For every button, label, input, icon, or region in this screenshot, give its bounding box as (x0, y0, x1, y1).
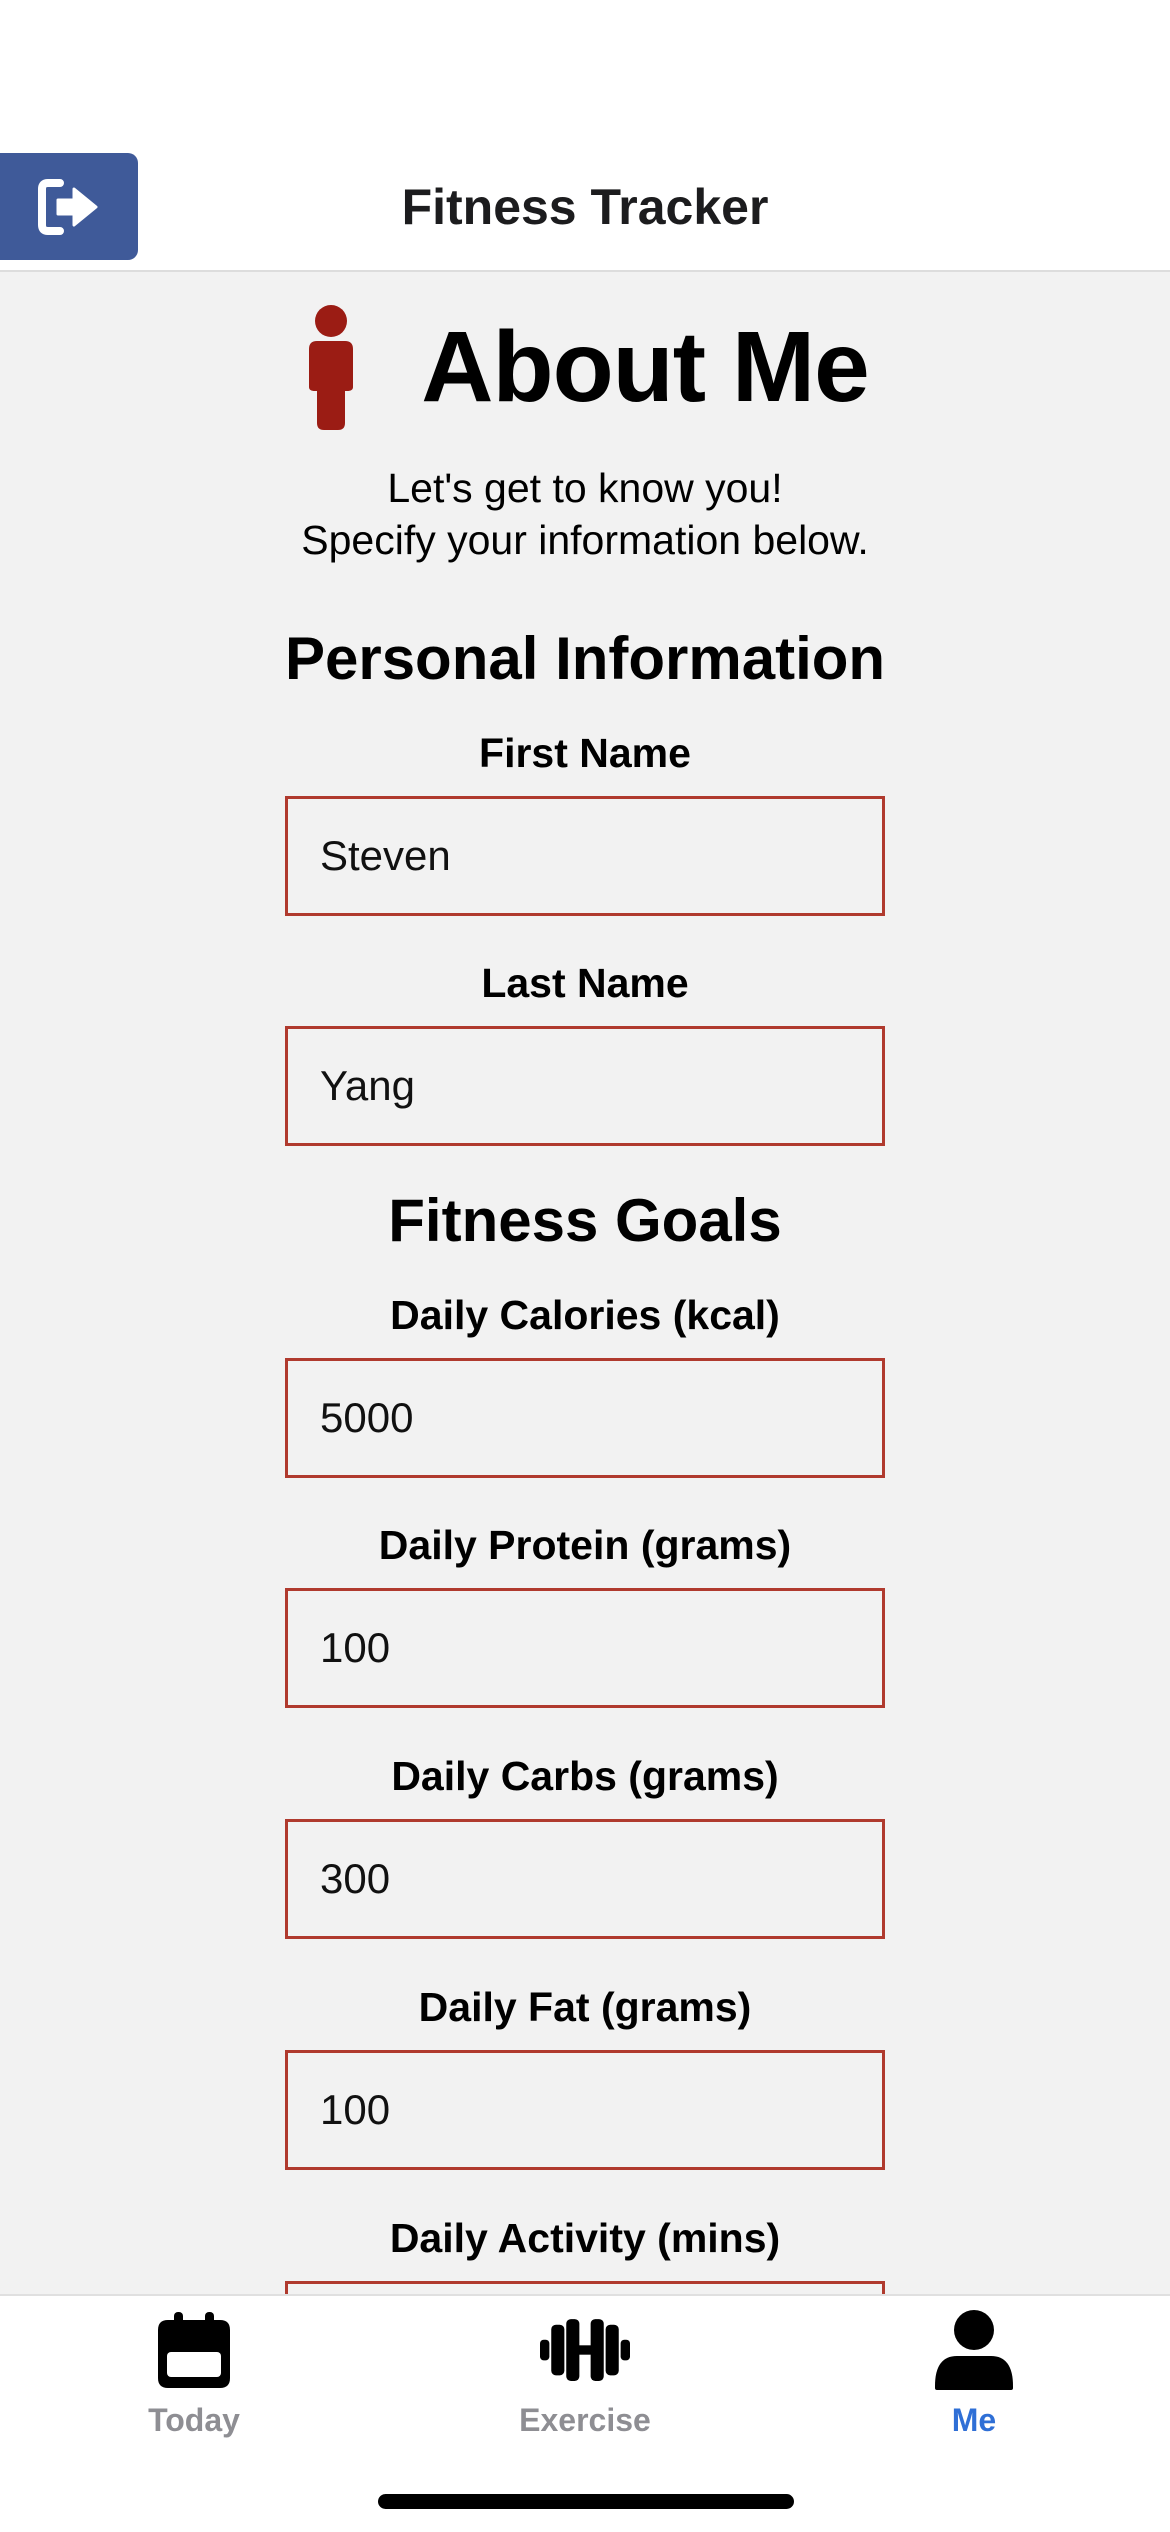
tab-exercise[interactable]: Exercise (455, 2310, 715, 2450)
intro-line-1: Let's get to know you! (387, 465, 783, 511)
user-icon (929, 2310, 1019, 2390)
intro-line-2: Specify your information below. (301, 517, 869, 563)
daily-activity-field[interactable] (285, 2281, 885, 2294)
daily-fat-field[interactable] (285, 2050, 885, 2170)
home-indicator (378, 2494, 794, 2509)
daily-protein-field[interactable] (285, 1588, 885, 1708)
header-title: Fitness Tracker (401, 179, 769, 235)
tab-me-label: Me (951, 2402, 997, 2438)
tab-me[interactable]: Me (844, 2310, 1104, 2450)
daily-calories-label: Daily Calories (kcal) (390, 1292, 780, 1338)
dumbbell-icon (540, 2310, 630, 2390)
screen: Fitness Tracker About Me Let's get to kn… (0, 0, 1170, 2532)
tab-today-label: Today (148, 2402, 240, 2438)
tab-exercise-label: Exercise (519, 2402, 651, 2438)
personal-info-title: Personal Information (284, 625, 886, 692)
page-heading: About Me (0, 302, 1170, 432)
first-name-label: First Name (479, 730, 691, 776)
daily-carbs-field[interactable] (285, 1819, 885, 1939)
status-bar (0, 0, 1170, 150)
daily-fat-label: Daily Fat (grams) (418, 1984, 752, 2030)
nav-header: Fitness Tracker (0, 150, 1170, 272)
fitness-goals-title: Fitness Goals (388, 1187, 782, 1254)
daily-activity-label: Daily Activity (mins) (389, 2215, 781, 2261)
daily-calories-field[interactable] (285, 1358, 885, 1478)
about-me-form: About Me Let's get to know you! Specify … (0, 272, 1170, 2294)
daily-protein-label: Daily Protein (grams) (378, 1522, 792, 1568)
page-title: About Me (421, 310, 869, 423)
person-icon (309, 304, 354, 430)
logout-button[interactable] (0, 153, 138, 260)
last-name-field[interactable] (285, 1026, 885, 1146)
first-name-field[interactable] (285, 796, 885, 916)
last-name-label: Last Name (481, 960, 689, 1006)
sign-out-icon (38, 178, 98, 235)
daily-carbs-label: Daily Carbs (grams) (391, 1753, 779, 1799)
tab-today[interactable]: Today (64, 2310, 324, 2450)
calendar-icon (149, 2310, 239, 2390)
